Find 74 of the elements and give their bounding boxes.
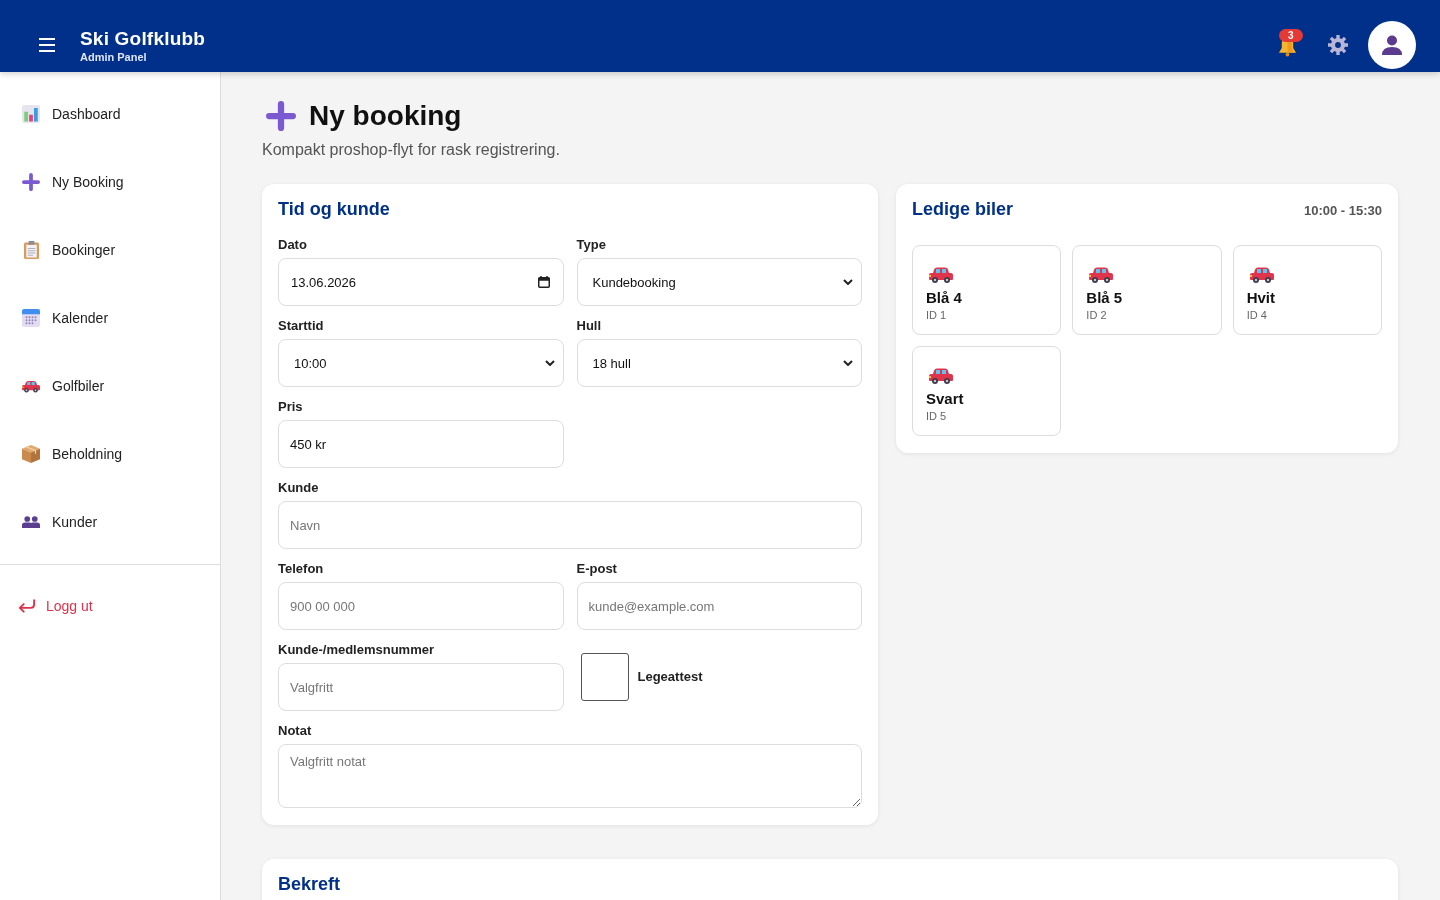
- box-icon: [22, 445, 40, 463]
- nav-item[interactable]: Bookinger: [0, 216, 220, 284]
- input-field[interactable]: Valgfritt: [278, 663, 564, 711]
- time-range: 10:00 - 15:30: [1303, 203, 1382, 218]
- field-label: Notat: [278, 723, 313, 738]
- nav-item[interactable]: Golfbiler: [0, 352, 220, 420]
- card-title: Bekreft: [278, 873, 342, 896]
- nav-item[interactable]: Kalender: [0, 284, 220, 352]
- nav-item[interactable]: Dashboard: [0, 80, 220, 148]
- cart-name: Hvit: [1246, 289, 1275, 307]
- user-avatar[interactable]: [1368, 20, 1416, 69]
- logout-button[interactable]: Logg ut: [0, 565, 220, 647]
- bar-chart-icon: [22, 105, 40, 123]
- cart-card[interactable]: Svart ID 5: [912, 346, 1062, 436]
- cart-card[interactable]: Blå 5 ID 2: [1072, 245, 1222, 335]
- car-icon: [929, 368, 953, 384]
- input-field[interactable]: 450 kr: [278, 420, 564, 468]
- page-title: Ny booking: [309, 99, 462, 133]
- checkbox-label: Legeattest: [637, 669, 703, 684]
- field-label: Type: [576, 237, 607, 252]
- field-label: Dato: [278, 237, 308, 252]
- settings-button[interactable]: [1328, 35, 1348, 55]
- textarea-field[interactable]: Valgfritt notat: [278, 744, 862, 808]
- calendar-icon: [537, 276, 550, 288]
- settings-icon: [1328, 35, 1348, 55]
- chevron-down-icon: [843, 279, 853, 285]
- menu-icon: [39, 38, 55, 52]
- date-field[interactable]: 13.06.2026: [278, 258, 564, 306]
- field-label: E-post: [576, 561, 618, 576]
- cart-card[interactable]: Blå 4 ID 1: [912, 245, 1062, 335]
- cart-card[interactable]: Hvit ID 4: [1232, 245, 1382, 335]
- card-title: Ledige biler: [912, 198, 1014, 221]
- page-subtitle: Kompakt proshop-flyt for rask registrering.: [262, 140, 561, 159]
- cart-id: ID 2: [1086, 309, 1107, 322]
- car-icon: [929, 267, 953, 283]
- brand-title: Ski Golfklubb: [80, 26, 206, 50]
- select-field[interactable]: 10:00: [278, 339, 564, 387]
- cart-name: Blå 4: [926, 289, 962, 307]
- plus-icon: [266, 101, 296, 131]
- menu-button[interactable]: [39, 38, 55, 52]
- car-icon: [22, 379, 40, 393]
- chevron-down-icon: [843, 360, 853, 366]
- input-field[interactable]: 900 00 000: [278, 582, 564, 630]
- cart-name: Svart: [926, 390, 964, 408]
- nav-item[interactable]: Ny Booking: [0, 148, 220, 216]
- brand-subtitle: Admin Panel: [80, 49, 148, 64]
- field-label: Telefon: [278, 561, 325, 576]
- person-icon: [1382, 34, 1402, 55]
- plus-icon: [22, 173, 40, 191]
- car-icon: [1249, 267, 1274, 283]
- cart-id: ID 5: [926, 410, 947, 423]
- cart-id: ID 1: [926, 309, 947, 322]
- cart-name: Blå 5: [1086, 289, 1123, 307]
- cart-id: ID 4: [1246, 309, 1267, 322]
- card-title: Tid og kunde: [278, 198, 391, 221]
- car-icon: [1089, 267, 1114, 283]
- nav-item[interactable]: Beholdning: [0, 420, 220, 488]
- input-field[interactable]: Navn: [278, 501, 862, 549]
- notification-badge: 3: [1279, 29, 1303, 42]
- checkbox[interactable]: [580, 652, 629, 701]
- return-arrow-icon: [18, 599, 36, 613]
- select-field[interactable]: Kundebooking: [576, 258, 862, 306]
- field-label: Pris: [278, 399, 304, 414]
- calendar-icon: [22, 309, 40, 327]
- clipboard-icon: [23, 241, 39, 259]
- field-label: Hull: [576, 318, 603, 333]
- field-label: Kunde: [278, 480, 320, 495]
- input-field[interactable]: kunde@example.com: [576, 582, 862, 630]
- nav-item[interactable]: Kunder: [0, 488, 220, 556]
- people-icon: [22, 516, 40, 528]
- chevron-down-icon: [544, 360, 555, 366]
- field-label: Kunde-/medlemsnummer: [278, 642, 436, 657]
- field-label: Starttid: [278, 318, 325, 333]
- select-field[interactable]: 18 hull: [576, 339, 862, 387]
